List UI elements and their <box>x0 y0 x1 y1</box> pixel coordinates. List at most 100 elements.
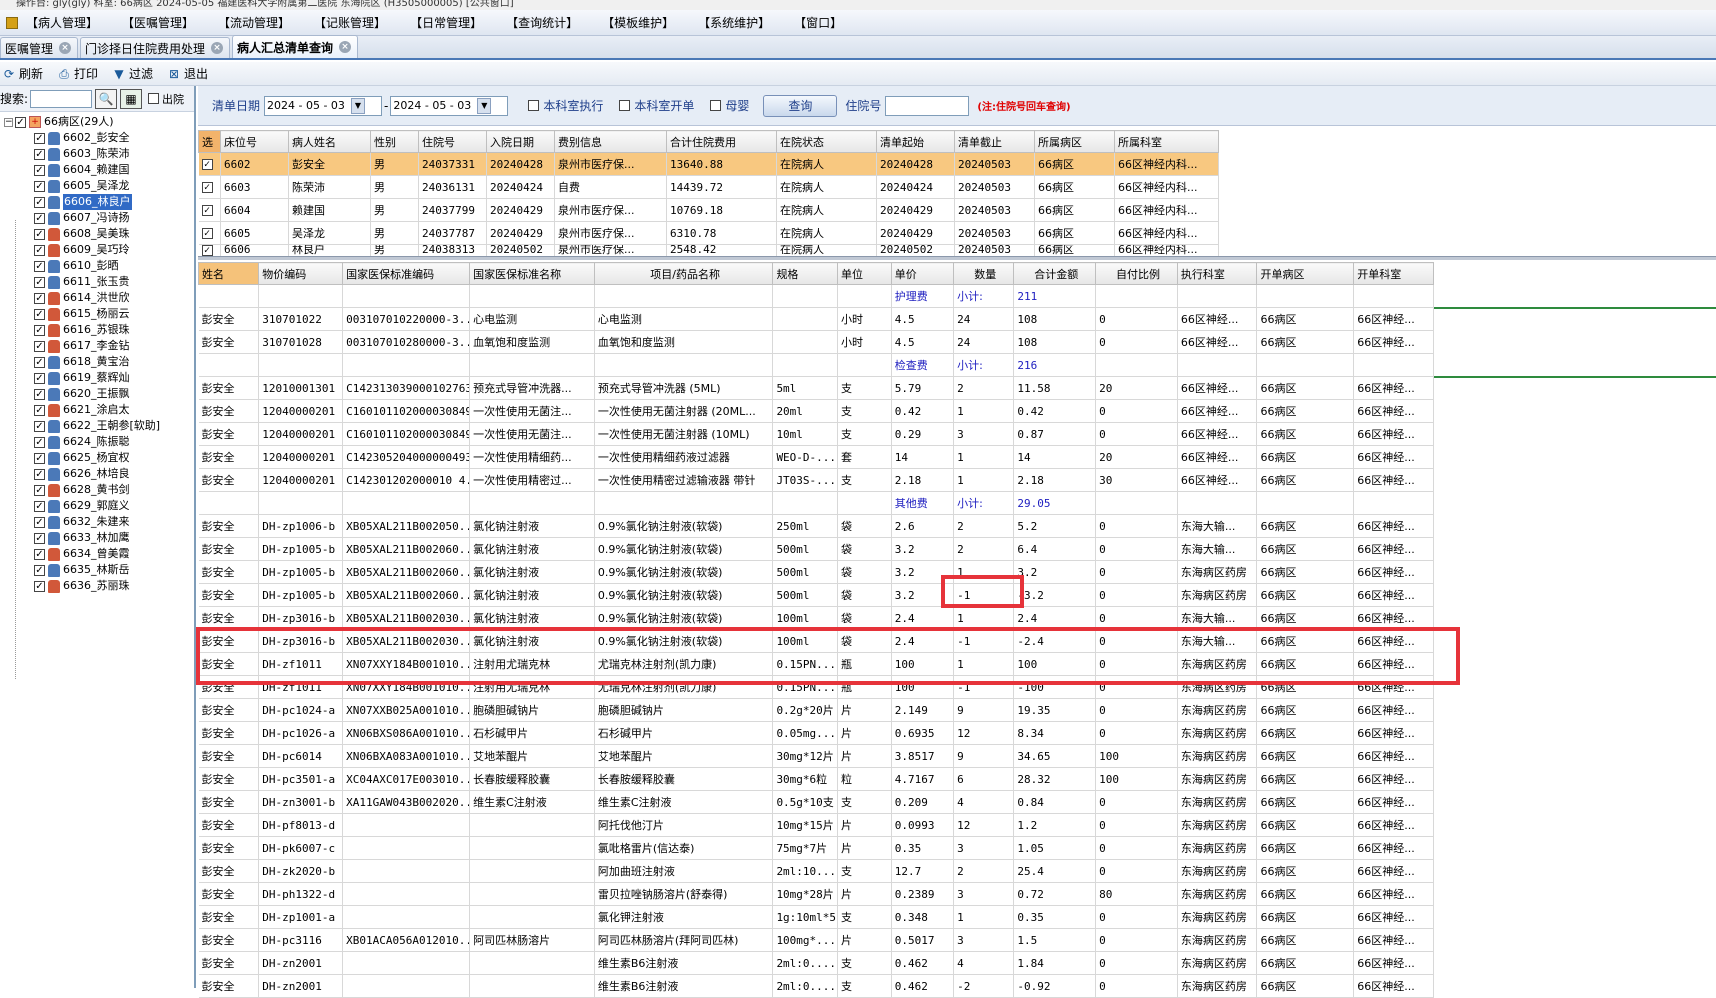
tree-patient-node[interactable]: ✓ 6605_吴泽龙 <box>4 178 194 194</box>
tree-patient-node[interactable]: ✓ 6616_苏银珠 <box>4 322 194 338</box>
patient-checkbox[interactable]: ✓ <box>34 228 45 240</box>
column-header[interactable]: 物价编码 <box>258 262 344 285</box>
column-header[interactable]: 单价 <box>890 262 955 285</box>
column-header[interactable]: 国家医保标准编码 <box>342 262 471 285</box>
table-row[interactable]: 彭安全 DH-zp1005-b XB05XAL211B002060... 氯化钠注射液… <box>198 537 1434 561</box>
menu-item[interactable]: 【流动管理】 <box>218 14 290 31</box>
table-row[interactable]: 彭安全 12010001301 C142313039000102763 预充式导管冲洗… <box>198 376 1434 400</box>
patient-checkbox[interactable]: ✓ <box>34 564 45 576</box>
table-row[interactable]: 彭安全 DH-pc1026-a XN06BXS086A001010... 石杉碱甲片石… <box>198 721 1434 745</box>
table-row[interactable]: ✓ 6604 赖建国男 24037799 20240429 泉州市医疗保... 10769.… <box>198 198 1219 222</box>
patient-checkbox[interactable]: ✓ <box>34 484 45 496</box>
dept-order-checkbox[interactable] <box>619 100 631 111</box>
table-row[interactable]: ✓ 6603 陈荣沛男 24036131 20240424 自费 14439.72 在院病人 2… <box>198 175 1219 199</box>
patient-checkbox[interactable]: ✓ <box>34 436 45 448</box>
menu-item[interactable]: 【系统维护】 <box>698 14 770 31</box>
tree-patient-node[interactable]: ✓ 6615_杨丽云 <box>4 306 194 322</box>
tree-patient-node[interactable]: ✓ 6603_陈荣沛 <box>4 146 194 162</box>
table-row[interactable]: 彭安全 DH-zp1005-b XB05XAL211B002060... 氯化钠注射液… <box>198 583 1434 607</box>
date-from-picker[interactable]: 2024 - 05 - 03 ▼ <box>264 95 383 116</box>
table-row[interactable]: 彭安全 DH-zp1006-b XB05XAL211B002050... 氯化钠注射液… <box>198 514 1434 538</box>
tree-patient-node[interactable]: ✓ 6635_林斯岳 <box>4 562 194 578</box>
tree-patient-node[interactable]: ✓ 6621_涂启太 <box>4 402 194 418</box>
discharged-checkbox[interactable] <box>148 93 160 104</box>
patient-checkbox[interactable]: ✓ <box>34 500 45 512</box>
column-header[interactable]: 单位 <box>836 262 892 285</box>
table-row[interactable]: 彭安全 12040000201 C1601011020000308496 一次性使用无… <box>198 399 1434 423</box>
table-row[interactable]: ✓ 6605 吴泽龙男 24037787 20240429 泉州市医疗保... 6310.7… <box>198 221 1219 245</box>
table-row[interactable]: 彭安全 DH-pc1024-a XN07XXB025A001010... 胞磷胆碱钠片… <box>198 698 1434 722</box>
mother-baby-checkbox[interactable] <box>710 100 722 111</box>
column-header[interactable]: 费别信息 <box>554 130 667 153</box>
tree-patient-node[interactable]: ✓ 6604_赖建国 <box>4 162 194 178</box>
menu-item[interactable]: 【日常管理】 <box>410 14 482 31</box>
table-row[interactable]: 彭安全 DH-zp1005-b XB05XAL211B002060... 氯化钠注射液… <box>198 560 1434 584</box>
column-header[interactable]: 在院状态 <box>776 130 877 153</box>
table-row[interactable]: 彭安全 310701022 003107010220000-3... 心电监测 心电监测… <box>198 307 1434 331</box>
column-header[interactable]: 床位号 <box>220 130 289 153</box>
patient-checkbox[interactable]: ✓ <box>34 212 45 224</box>
column-header[interactable]: 清单截止 <box>954 130 1035 153</box>
tree-patient-node[interactable]: ✓ 6611_张玉贵 <box>4 274 194 290</box>
table-row[interactable]: 彭安全 12040000201 C1601011020000308496 一次性使用无… <box>198 422 1434 446</box>
patient-checkbox[interactable]: ✓ <box>34 580 45 592</box>
tree-patient-node[interactable]: ✓ 6633_林加鹰 <box>4 530 194 546</box>
tree-patient-node[interactable]: ✓ 6606_林良户 <box>4 194 194 210</box>
menu-item[interactable]: 【窗口】 <box>794 14 842 31</box>
patient-checkbox[interactable]: ✓ <box>34 388 45 400</box>
table-row[interactable]: 彭安全 DH-ph1322-d 雷贝拉唑钠肠溶片(舒泰得) 10mg*28片片 0.23… <box>198 882 1434 906</box>
dept-exec-checkbox[interactable] <box>528 100 540 111</box>
menu-item[interactable]: 【查询统计】 <box>506 14 578 31</box>
toolbar-button[interactable]: ▼ 过滤 <box>112 65 153 82</box>
toolbar-button[interactable]: ⊠ 退出 <box>167 65 208 82</box>
patient-checkbox[interactable]: ✓ <box>34 180 45 192</box>
root-checkbox[interactable]: ✓ <box>15 116 26 128</box>
tree-root[interactable]: − ✓ + 66病区(29人) <box>4 114 194 130</box>
search-input[interactable] <box>30 89 93 108</box>
tab[interactable]: 病人汇总清单查询 × <box>232 35 359 58</box>
column-header[interactable]: 选 <box>198 130 221 153</box>
menu-item[interactable]: 【病人管理】 <box>26 14 98 31</box>
row-checkbox[interactable]: ✓ <box>201 245 213 256</box>
tree-patient-node[interactable]: ✓ 6602_彭安全 <box>4 130 194 146</box>
table-row[interactable]: 彭安全12040000201C142301202000010 4...一次性使用… <box>198 468 1434 492</box>
menu-item[interactable]: 【医嘱管理】 <box>122 14 194 31</box>
tree-patient-node[interactable]: ✓ 6624_陈振聪 <box>4 434 194 450</box>
inpatient-no-input[interactable] <box>885 95 970 116</box>
tree-patient-node[interactable]: ✓ 6629_郭庭义 <box>4 498 194 514</box>
column-header[interactable]: 执行科室 <box>1176 262 1258 285</box>
patient-checkbox[interactable]: ✓ <box>34 340 45 352</box>
table-row[interactable]: ✓ 6606 林良户男 24038313 20240502 泉州市医疗保... 2548.4… <box>198 244 1219 257</box>
close-icon[interactable]: × <box>339 41 352 53</box>
table-row[interactable]: 彭安全 DH-pf8013-d 阿托伐他汀片 10mg*15片片 0.0993 12 1.2… <box>198 813 1434 837</box>
patient-checkbox[interactable]: ✓ <box>34 516 45 528</box>
column-header[interactable]: 规格 <box>772 262 838 285</box>
table-row[interactable]: 彭安全 DH-zk2020-b 阿加曲班注射液 2ml:10... 支 12.7 2 25.4… <box>198 859 1434 883</box>
patient-checkbox[interactable]: ✓ <box>34 164 45 176</box>
patient-checkbox[interactable]: ✓ <box>34 244 45 256</box>
tree-patient-node[interactable]: ✓ 6636_苏丽珠 <box>4 578 194 594</box>
column-header[interactable]: 国家医保标准名称 <box>469 262 595 285</box>
patient-checkbox[interactable]: ✓ <box>34 420 45 432</box>
query-button[interactable]: 查询 <box>763 94 838 117</box>
patient-checkbox[interactable]: ✓ <box>34 372 45 384</box>
row-checkbox[interactable]: ✓ <box>201 182 213 193</box>
column-header[interactable]: 姓名 <box>197 262 260 285</box>
table-row[interactable]: 彭安全 DH-zn2001 维生素B6注射液 2ml:0.... 支 0.462 4 1.84… <box>198 951 1434 975</box>
column-header[interactable]: 病人姓名 <box>288 130 371 153</box>
tree-patient-node[interactable]: ✓ 6607_冯诗扬 <box>4 210 194 226</box>
column-header[interactable]: 项目/药品名称 <box>593 262 774 285</box>
column-header[interactable]: 所属科室 <box>1114 130 1219 153</box>
patient-checkbox[interactable]: ✓ <box>34 356 45 368</box>
tree-patient-node[interactable]: ✓ 6617_李金钻 <box>4 338 194 354</box>
row-checkbox[interactable]: ✓ <box>201 159 213 170</box>
menu-item[interactable]: 【模板维护】 <box>602 14 674 31</box>
toolbar-button[interactable]: ⎙ 打印 <box>57 65 98 82</box>
patient-checkbox[interactable]: ✓ <box>34 132 45 144</box>
tree-patient-node[interactable]: ✓ 6618_黄宝治 <box>4 354 194 370</box>
tab[interactable]: 门诊择日住院费用处理 × <box>80 37 231 58</box>
column-header[interactable]: 自付比例 <box>1095 262 1178 285</box>
tree-patient-node[interactable]: ✓ 6608_吴美珠 <box>4 226 194 242</box>
patient-checkbox[interactable]: ✓ <box>34 260 45 272</box>
column-header[interactable]: 开单科室 <box>1353 262 1434 285</box>
